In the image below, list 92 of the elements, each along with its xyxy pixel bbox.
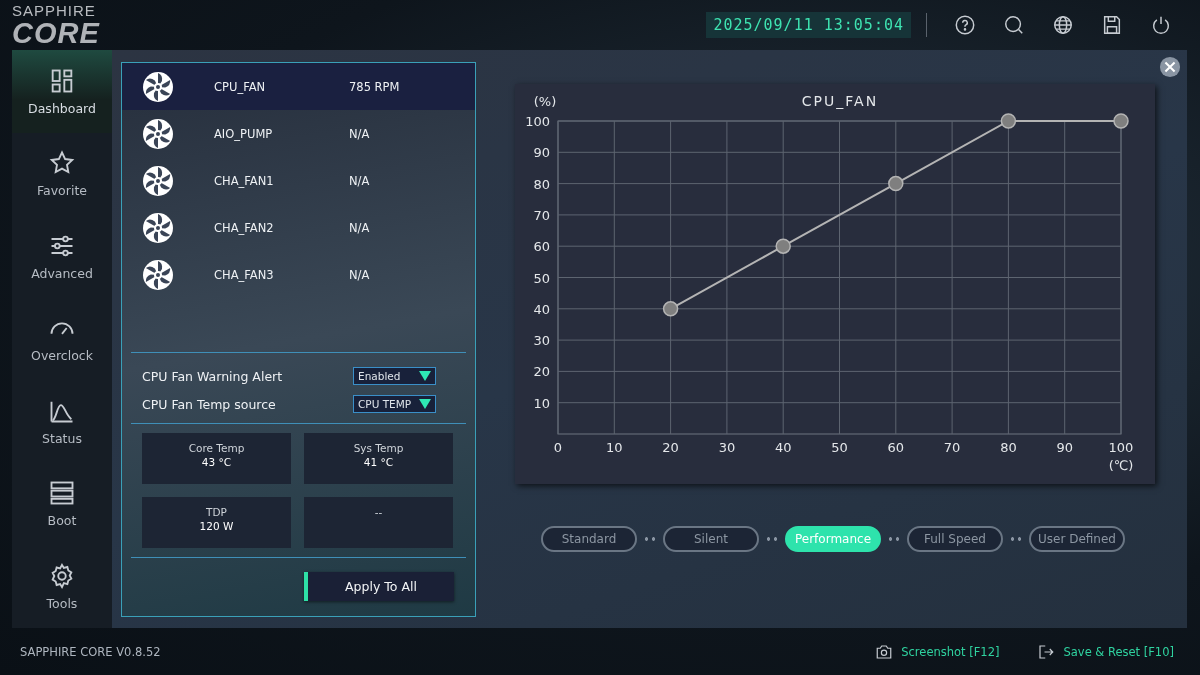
stat-label: TDP	[206, 506, 227, 518]
axis-tick-label: 30	[533, 333, 550, 349]
axis-label: (%)	[533, 94, 557, 109]
footer-action[interactable]: Save & Reset [F10]	[1037, 642, 1174, 661]
axis-tick-label: 20	[533, 364, 550, 380]
mode-button[interactable]: Full Speed	[907, 526, 1003, 552]
fan-speed: N/A	[349, 267, 370, 282]
fan-speed: 785 RPM	[349, 79, 400, 94]
fan-name: CPU_FAN	[214, 79, 267, 94]
axis-tick-label: 50	[831, 440, 848, 455]
curve-point[interactable]	[775, 238, 791, 254]
axis-tick-label: 0	[553, 440, 563, 455]
axis-tick-label: 80	[1000, 440, 1017, 455]
axis-tick-label: 30	[718, 440, 736, 455]
date-time: 2025/09/11 13:05:04	[706, 12, 911, 38]
apply-button[interactable]: Apply To All	[304, 572, 454, 601]
fan-icon	[142, 117, 174, 150]
axis-tick-label: 70	[533, 207, 550, 223]
stat-value: 43 °C	[201, 456, 232, 468]
fan-row[interactable]: CHA_FAN2 N/A	[122, 204, 475, 251]
sidebar-item[interactable]: Tools	[12, 545, 112, 628]
dropdown[interactable]: CPU TEMP	[353, 395, 436, 413]
curve-point[interactable]	[1113, 113, 1129, 129]
curve-point[interactable]	[888, 175, 904, 192]
axis-tick-label: 90	[533, 145, 550, 161]
footer-action[interactable]: Screenshot [F12]	[875, 642, 1000, 661]
fan-icon	[142, 211, 174, 244]
fan-row[interactable]: CHA_FAN1 N/A	[122, 157, 475, 204]
camera-icon	[875, 642, 894, 661]
axis-tick-label: 50	[533, 270, 550, 286]
dropdown[interactable]: Enabled	[353, 367, 436, 385]
stat-label: Sys Temp	[353, 442, 404, 454]
fan-row[interactable]: CPU_FAN 785 RPM	[122, 63, 475, 110]
connector-dots	[1009, 537, 1023, 541]
close-button[interactable]	[1159, 56, 1181, 78]
logo: CORE	[12, 18, 100, 48]
caret-icon	[419, 399, 431, 409]
axis-label: (℃)	[1108, 458, 1134, 473]
stat-label: Core Temp	[188, 442, 245, 454]
axis-tick-label: 40	[774, 440, 792, 455]
fan-speed: N/A	[349, 173, 370, 188]
connector-dots	[643, 537, 657, 541]
sidebar-item[interactable]: Favorite	[12, 132, 112, 215]
stat-value: 41 °C	[363, 456, 394, 468]
axis-tick-label: 40	[533, 301, 550, 317]
axis-tick-label: 90	[1056, 440, 1073, 455]
connector-dots	[887, 537, 901, 541]
logo-text: SAPPHIRE	[12, 2, 97, 18]
axis-tick-label: 70	[943, 440, 961, 455]
fan-speed: N/A	[349, 126, 370, 141]
curve-point[interactable]	[662, 301, 679, 317]
fan-name: AIO_PUMP	[214, 126, 274, 141]
fan-row[interactable]: CHA_FAN3 N/A	[122, 251, 475, 298]
mode-button[interactable]: User Defined	[1029, 526, 1125, 552]
axis-tick-label: 60	[533, 239, 550, 255]
chart-title: CPU_FAN	[801, 93, 879, 109]
mode-button[interactable]: Standard	[541, 526, 637, 552]
stat-label: --	[374, 506, 383, 518]
fan-icon	[142, 70, 174, 103]
curve-point[interactable]	[1000, 113, 1017, 129]
fan-row[interactable]: AIO_PUMP N/A	[122, 110, 475, 157]
fan-icon	[142, 258, 174, 291]
axis-tick-label: 10	[606, 440, 623, 455]
sidebar-item[interactable]: Advanced	[12, 215, 112, 298]
axis-tick-label: 20	[662, 440, 679, 455]
globe-icon[interactable]	[1052, 14, 1074, 36]
caret-icon	[419, 371, 431, 381]
help-icon[interactable]	[954, 14, 976, 36]
setting-label: CPU Fan Temp source	[142, 396, 277, 412]
exit-icon	[1037, 642, 1056, 661]
axis-tick-label: 60	[887, 440, 905, 455]
setting-label: CPU Fan Warning Alert	[142, 368, 284, 384]
sidebar-item[interactable]: Boot	[12, 462, 112, 545]
power-icon[interactable]	[1150, 14, 1172, 36]
mode-button[interactable]: Silent	[663, 526, 759, 552]
sidebar-item[interactable]: Overclock	[12, 297, 112, 380]
fan-name: CHA_FAN1	[214, 173, 275, 188]
fan-icon	[142, 164, 174, 197]
stat-value: 120 W	[199, 520, 234, 532]
axis-tick-label: 100	[1108, 440, 1134, 455]
fan-name: CHA_FAN3	[214, 267, 275, 282]
version-text: SAPPHIRE CORE V0.8.52	[20, 644, 161, 659]
search-icon[interactable]	[1003, 14, 1025, 36]
axis-tick-label: 100	[525, 114, 550, 129]
save-icon[interactable]	[1101, 14, 1123, 36]
axis-tick-label: 10	[533, 395, 550, 411]
axis-tick-label: 80	[533, 176, 550, 192]
fan-speed: N/A	[349, 220, 370, 235]
connector-dots	[765, 537, 779, 541]
fan-name: CHA_FAN2	[214, 220, 275, 235]
sidebar-item[interactable]: Dashboard	[12, 50, 112, 133]
sidebar-item[interactable]: Status	[12, 380, 112, 463]
